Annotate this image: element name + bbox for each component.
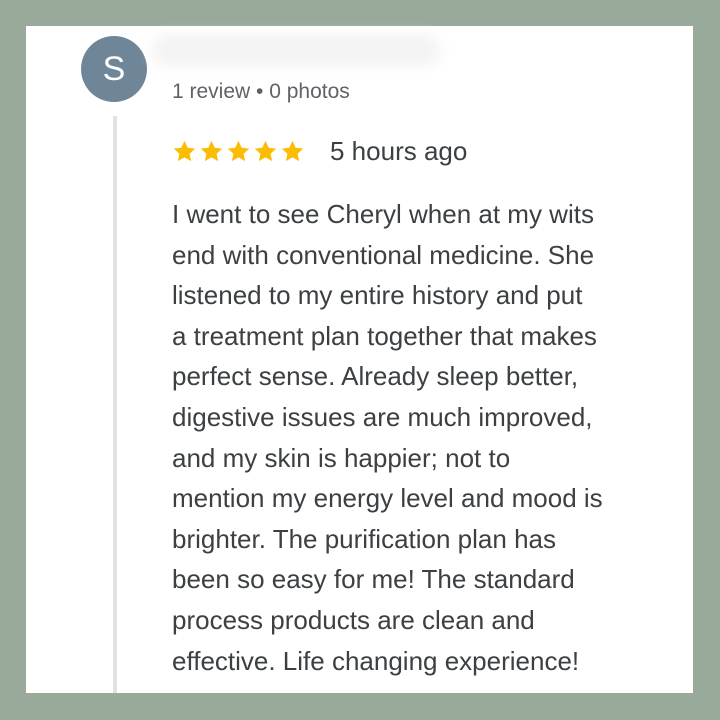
star-rating: [172, 139, 307, 164]
star-icon: [227, 140, 250, 161]
star-icon: [173, 140, 196, 161]
thread-divider: [113, 116, 117, 693]
reviewer-name-redacted: [151, 34, 441, 66]
rating-row: 5 hours ago: [172, 133, 467, 169]
reviewer-meta: 1 review • 0 photos: [172, 80, 350, 103]
review-text: I went to see Cheryl when at my wits end…: [172, 199, 603, 676]
review-time: 5 hours ago: [330, 135, 468, 166]
star-icon: [281, 140, 304, 161]
reviewer-avatar[interactable]: S: [81, 36, 147, 102]
star-icon: [254, 140, 277, 161]
star-icon: [200, 140, 223, 161]
review-card: S 1 review • 0 photos 5 hours ago I went…: [26, 26, 693, 693]
